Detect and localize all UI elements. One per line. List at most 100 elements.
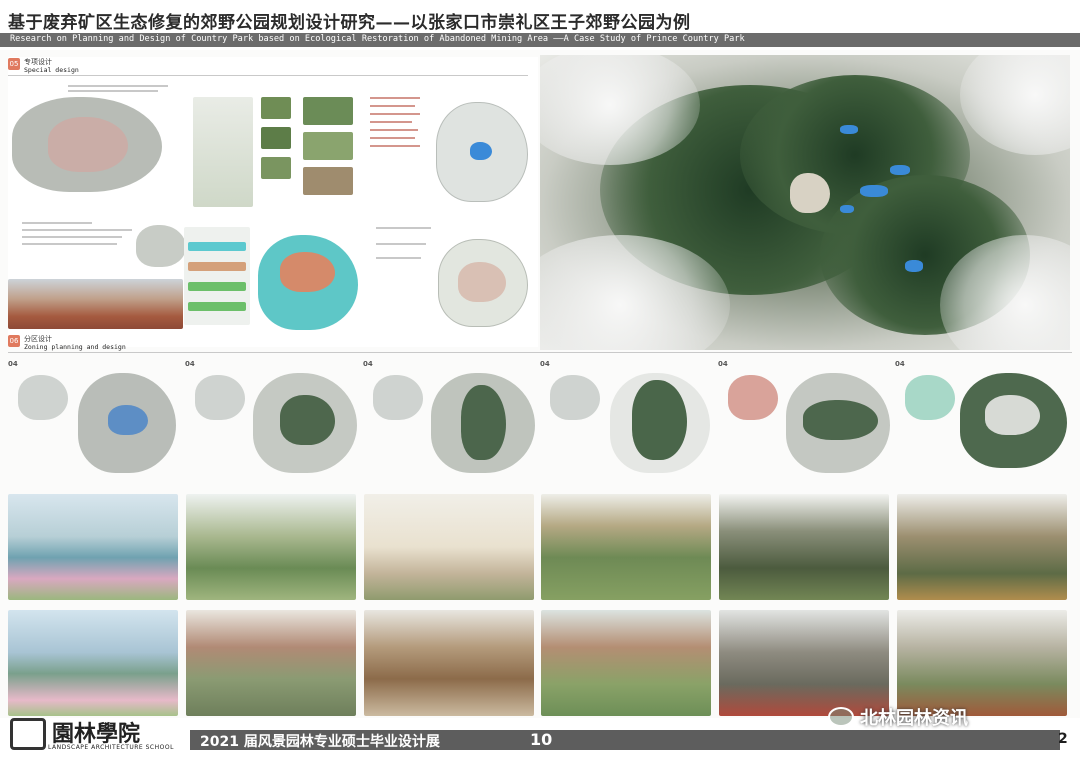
- zone-clearing: [985, 395, 1040, 435]
- zone-number: 04: [363, 360, 373, 368]
- zone-panel: 04: [540, 355, 712, 483]
- render-cliff-platform: [364, 494, 534, 600]
- poster-header: 基于废弃矿区生态修复的郊野公园规划设计研究——以张家口市崇礼区王子郊野公园为例 …: [0, 0, 1080, 50]
- poster-page: 基于废弃矿区生态修复的郊野公园规划设计研究——以张家口市崇礼区王子郊野公园为例 …: [0, 0, 1080, 764]
- cloud: [960, 55, 1070, 155]
- zone-panel: 04: [718, 355, 890, 483]
- zone-number: 04: [8, 360, 18, 368]
- zone-panel: 04: [8, 355, 180, 483]
- text-block: [376, 257, 421, 259]
- text-block: [22, 243, 117, 245]
- text-block: [68, 90, 158, 92]
- render-valley-view: [541, 494, 711, 600]
- process-step: [188, 302, 246, 311]
- render-cycling-trail: [719, 610, 889, 716]
- zone-key-map: [728, 375, 778, 420]
- zone-key-map: [550, 375, 600, 420]
- plant-photo: [303, 97, 353, 125]
- plant-photo: [261, 127, 291, 149]
- plant-photo: [261, 97, 291, 119]
- section-title-en: Zoning planning and design: [24, 343, 126, 351]
- section-divider: [8, 75, 528, 76]
- perspective-renderings: [8, 490, 1072, 718]
- text-block: [376, 227, 431, 229]
- section-header-special: 05 专项设计 Special design: [8, 58, 79, 74]
- render-bridge-stream: [186, 610, 356, 716]
- render-forest-trail: [897, 494, 1067, 600]
- text-block: [370, 97, 420, 99]
- title-chinese: 基于废弃矿区生态修复的郊野公园规划设计研究——以张家口市崇礼区王子郊野公园为例: [8, 13, 691, 33]
- lake: [905, 260, 923, 272]
- section-divider: [8, 352, 1072, 353]
- zone-panel: 04: [185, 355, 357, 483]
- process-step: [188, 242, 246, 251]
- zone-key-map: [195, 375, 245, 420]
- zone-panel: 04: [895, 355, 1067, 483]
- quarry-pit: [790, 173, 830, 213]
- title-english: Research on Planning and Design of Count…: [10, 34, 745, 44]
- zone-key-map: [18, 375, 68, 420]
- vegetation-patch: [458, 262, 506, 302]
- text-block: [370, 113, 420, 115]
- mining-site-photo: [8, 279, 183, 329]
- watermark-text: 北林园林资讯: [860, 708, 968, 729]
- plant-photo: [261, 157, 291, 179]
- master-plan-render: [540, 55, 1070, 350]
- text-block: [68, 85, 168, 87]
- watermark: 北林园林资讯: [828, 704, 968, 730]
- page-number: 2: [1058, 731, 1068, 747]
- section-header-zoning: 06 分区设计 Zoning planning and design: [8, 335, 126, 351]
- school-logo-en: LANDSCAPE ARCHITECTURE SCHOOL: [48, 744, 174, 751]
- soil-restoration-overlay: [280, 252, 335, 292]
- zone-number: 04: [895, 360, 905, 368]
- lake: [890, 165, 910, 175]
- wechat-icon: [828, 707, 854, 727]
- render-quarry-garden: [541, 610, 711, 716]
- zone-forest: [803, 400, 878, 440]
- text-block: [376, 243, 426, 245]
- text-block: [370, 145, 420, 147]
- process-step: [188, 262, 246, 271]
- section-map: [136, 225, 186, 267]
- text-block: [370, 105, 415, 107]
- board-number: 10: [530, 730, 553, 749]
- render-boardwalk: [364, 610, 534, 716]
- section-number-badge: 05: [8, 58, 20, 70]
- exhibition-title: 2021 届风景园林专业硕士毕业设计展: [200, 734, 440, 750]
- zone-key-map: [373, 375, 423, 420]
- process-step: [188, 282, 246, 291]
- zone-key-map: [905, 375, 955, 420]
- ecology-map-overlay: [48, 117, 128, 172]
- zone-number: 04: [540, 360, 550, 368]
- section-title-cn: 专项设计: [24, 58, 52, 66]
- zoning-diagrams: 04 04 04 04 04 04: [0, 355, 1080, 485]
- zone-forest: [632, 380, 687, 460]
- plant-photo: [303, 167, 353, 195]
- text-block: [370, 137, 415, 139]
- render-lake-blossom: [8, 494, 178, 600]
- render-forest-path: [186, 494, 356, 600]
- water-system-lake: [470, 142, 492, 160]
- render-hiking-trail: [897, 610, 1067, 716]
- render-woodland: [719, 494, 889, 600]
- text-block: [22, 222, 92, 224]
- zone-number: 04: [718, 360, 728, 368]
- text-block: [22, 236, 122, 238]
- render-blossom-valley: [8, 610, 178, 716]
- zone-panel: 04: [363, 355, 535, 483]
- zone-forest: [280, 395, 335, 445]
- lake: [840, 205, 854, 213]
- section-title-en: Special design: [24, 66, 79, 74]
- text-block: [370, 129, 418, 131]
- special-design-panel: 05 专项设计 Special design 06 分区设计 Zoning pl…: [8, 57, 538, 351]
- zone-number: 04: [185, 360, 195, 368]
- text-block: [22, 229, 132, 231]
- plant-photo: [303, 132, 353, 160]
- school-logo-icon: [10, 718, 46, 750]
- zone-forest: [461, 385, 506, 460]
- lake: [860, 185, 888, 197]
- section-title-cn: 分区设计: [24, 335, 52, 343]
- tree-diagram: [193, 97, 253, 207]
- section-number-badge: 06: [8, 335, 20, 347]
- lake: [840, 125, 858, 134]
